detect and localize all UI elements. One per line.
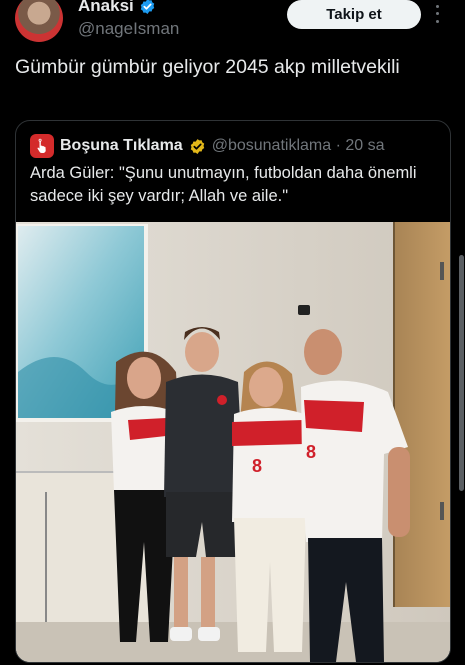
svg-text:8: 8 bbox=[306, 442, 316, 462]
scrollbar[interactable] bbox=[459, 255, 464, 491]
quoted-tweet-text: Arda Güler: "Şunu unutmayın, futboldan d… bbox=[30, 164, 417, 205]
more-options-icon[interactable] bbox=[430, 3, 444, 25]
quoted-tweet-header: Boşuna Tıklama @bosunatiklama · 20 sa bbox=[30, 134, 384, 158]
quoted-author-handle-time[interactable]: @bosunatiklama · 20 sa bbox=[212, 137, 385, 155]
author-name-row: Anaksi bbox=[78, 0, 156, 16]
follow-button[interactable]: Takip et bbox=[287, 0, 421, 29]
cursor-click-logo-icon[interactable] bbox=[30, 134, 54, 158]
family-photo-illustration: 8 8 bbox=[16, 222, 450, 662]
quoted-tweet[interactable]: Boşuna Tıklama @bosunatiklama · 20 sa Ar… bbox=[15, 120, 451, 663]
verified-badge-icon bbox=[140, 0, 154, 14]
author-handle[interactable]: @nageIsman bbox=[78, 19, 179, 39]
quoted-tweet-photo[interactable]: 8 8 bbox=[16, 222, 450, 662]
quoted-author-name[interactable]: Boşuna Tıklama bbox=[60, 137, 183, 155]
svg-text:8: 8 bbox=[252, 456, 262, 476]
author-avatar[interactable] bbox=[15, 0, 63, 42]
author-display-name[interactable]: Anaksi bbox=[78, 0, 134, 16]
tweet-text: Gümbür gümbür geliyor 2045 akp milletvek… bbox=[15, 56, 400, 78]
gold-verified-badge-icon bbox=[190, 138, 204, 154]
